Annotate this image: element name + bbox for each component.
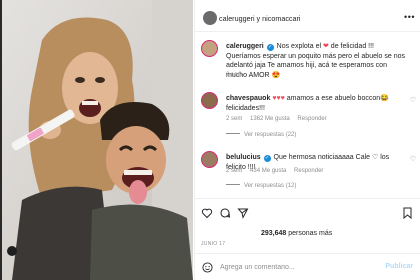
comment-2-likes[interactable]: 434 Me gusta: [250, 168, 286, 174]
comment-1-text: chavespauok ♥♥♥ amamos a ese abuelo bocc…: [226, 94, 398, 113]
outline-heart-icon: ♡: [372, 154, 379, 161]
likes-summary[interactable]: 293,648 personas más: [261, 230, 332, 237]
comment-2-like-heart-icon[interactable]: ♡: [410, 155, 416, 163]
comment-2-reply-button[interactable]: Responder: [294, 168, 323, 174]
comment-bubble-icon[interactable]: [219, 207, 231, 219]
emoji-smiley-icon[interactable]: [202, 262, 213, 273]
comment-1-avatar[interactable]: [201, 92, 218, 109]
comment-1-view-replies[interactable]: Ver respuestas (22): [226, 132, 296, 138]
caption-text-before: Nos explota el: [276, 43, 322, 50]
likes-label: personas más: [288, 230, 333, 237]
comment-2-view-replies[interactable]: Ver respuestas (12): [226, 183, 296, 189]
verified-badge-icon: ✓: [266, 44, 274, 51]
replies-dash: [226, 184, 240, 185]
action-bar: [195, 198, 420, 228]
comment-1-likes[interactable]: 1362 Me gusta: [250, 116, 290, 122]
comment-1-reply-button[interactable]: Responder: [297, 116, 326, 122]
comment-2-avatar[interactable]: [201, 151, 218, 168]
comment-2-username[interactable]: belulucius: [226, 154, 261, 161]
header-avatar[interactable]: [203, 11, 217, 25]
replies-dash: [226, 133, 240, 134]
post-header: caleruggeri y nicomaccari •••: [195, 0, 420, 32]
caption-avatar[interactable]: [201, 40, 218, 57]
comment-1-view-replies-label[interactable]: Ver respuestas (22): [244, 132, 296, 138]
comment-2-meta: 2 sem 434 Me gusta Responder: [226, 168, 329, 174]
red-heart-icon: ❤: [322, 43, 329, 50]
save-bookmark-icon[interactable]: [402, 207, 413, 219]
caption-time[interactable]: 2 sem: [226, 72, 242, 78]
post-date[interactable]: JUNIO 17: [201, 241, 225, 247]
post-details-panel: caleruggeri y nicomaccari ••• calerugger…: [194, 0, 420, 280]
instagram-post-embed: caleruggeri y nicomaccari ••• calerugger…: [0, 0, 420, 280]
caption-text: caleruggeri ✓ Nos explota el ❤ de felici…: [226, 42, 406, 80]
add-comment-input[interactable]: [220, 259, 370, 275]
post-photo[interactable]: [2, 0, 193, 280]
comment-1-like-heart-icon[interactable]: ♡: [410, 96, 416, 104]
comment-2-time[interactable]: 2 sem: [226, 168, 242, 174]
more-options-icon[interactable]: •••: [404, 12, 415, 22]
comment-1-time[interactable]: 2 sem: [226, 116, 242, 122]
tagged-users-icon[interactable]: [7, 246, 17, 256]
caption-meta: 2 sem: [226, 72, 248, 78]
comment-1-meta: 2 sem 1362 Me gusta Responder: [226, 116, 333, 122]
post-authors[interactable]: caleruggeri y nicomaccari: [219, 14, 301, 23]
caption-emoji: 😍: [271, 71, 281, 79]
comment-2-view-replies-label[interactable]: Ver respuestas (12): [244, 183, 296, 189]
comment-1-username[interactable]: chavespauok: [226, 95, 270, 102]
publish-button[interactable]: Publicar: [385, 263, 413, 270]
comment-2-body-before: Que hermosa noticiaaaaa Cale: [273, 154, 371, 161]
red-hearts-icon: ♥♥♥: [272, 95, 285, 102]
couple-photo-illustration: [2, 0, 193, 280]
share-send-icon[interactable]: [237, 207, 249, 219]
like-heart-icon[interactable]: [201, 207, 213, 219]
caption-username[interactable]: caleruggeri: [226, 43, 264, 50]
verified-badge-icon: ✓: [263, 155, 271, 162]
likes-count: 293,648: [261, 230, 287, 237]
add-comment-bar: Publicar: [195, 253, 420, 280]
